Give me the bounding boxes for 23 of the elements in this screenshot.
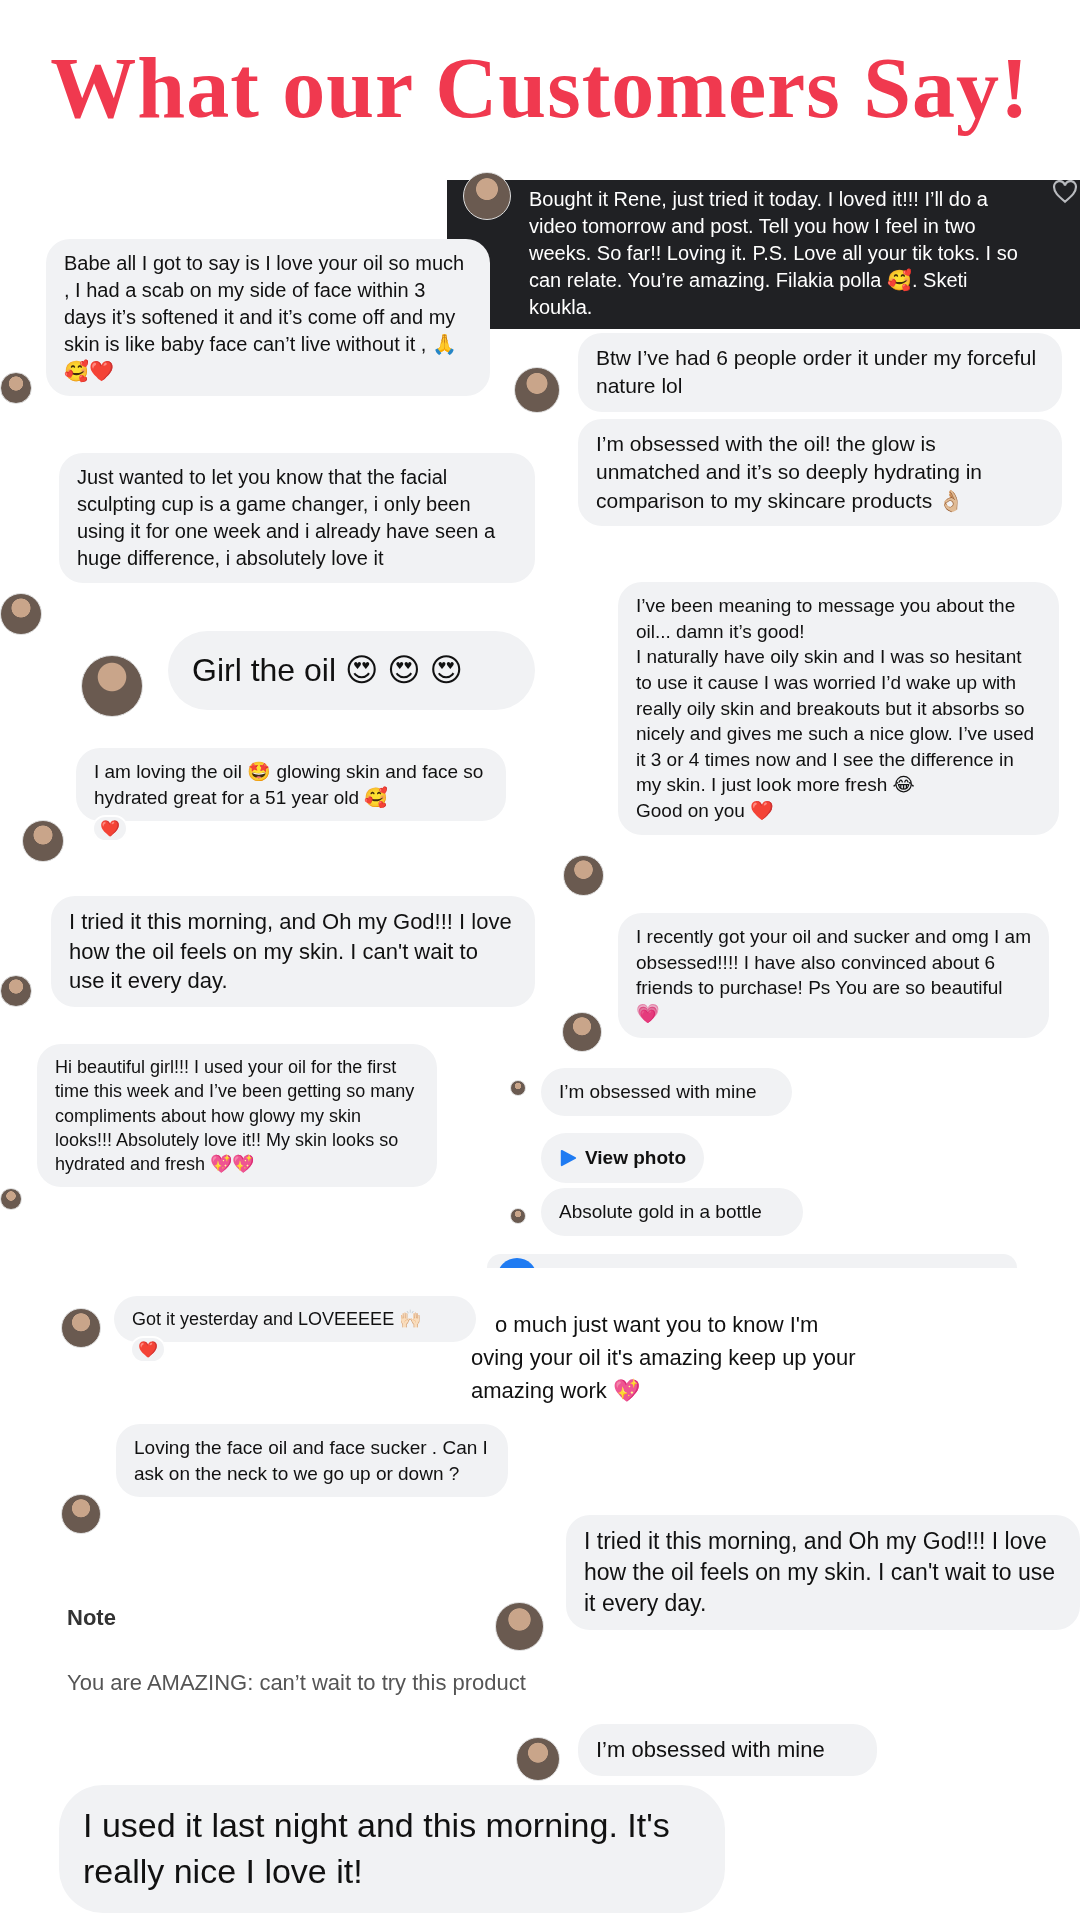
message-bubble: Loving the face oil and face sucker . Can I ask on the neck to we go up or down ? (116, 1424, 508, 1498)
play-icon (559, 1148, 577, 1167)
note-text: You are AMAZING: can’t wait to try this product (67, 1669, 527, 1697)
heart-outline-icon[interactable] (1052, 180, 1078, 204)
message-bubble: Just wanted to let you know that the facial sculpting cup is a game changer, i only been using it for one week and i already have seen a huge difference, i absolutely love it (59, 453, 535, 583)
message-bubble: I tried it this morning, and Oh my God!!! I love how the oil feels on my skin. I can't wait to use it every day. (566, 1515, 1080, 1631)
message-bubble: Babe all I got to say is I love your oil so much , I had a scab on my side of face within 3 days it’s softened it and it’s come off and my skin is like baby face can’t live without it , 🙏🥰❤ (46, 239, 490, 396)
message-bubble: I’ve been meaning to message you about the oil... damn it’s good! I naturally have oily skin and I was so hesitant to use it cause I was worried I’d wake up with really oily skin and breakouts but it absorbs so nicely and gives me such a nice glow. I’ve used it 3 or 4 times now and I see the difference in my skin. I just look more fresh 😂 Good on you ❤ (618, 582, 1059, 835)
message-bubble: I’m obsessed with the oil! the glow is unmatched and it’s so deeply hydrating in comparison to my skincare products 👌🏼 (578, 419, 1062, 527)
message-bubble: I tried it this morning, and Oh my God!!! I love how the oil feels on my skin. I can't wait to use it every day. (51, 896, 535, 1008)
message-bubble: Absolute gold in a bottle (541, 1188, 803, 1236)
message-bubble: I used it last night and this morning. It's really nice I love it! (59, 1785, 725, 1913)
message-bubble: I’m obsessed with mine (578, 1724, 877, 1776)
view-photo-button[interactable]: View photo (541, 1133, 704, 1183)
message-bubble: Girl the oil 😍 😍 😍 (168, 631, 535, 711)
heart-reaction: ❤ (130, 1336, 166, 1364)
message-bubble: Btw I’ve had 6 people order it under my forceful nature lol (578, 333, 1062, 412)
note-heading: Note (67, 1604, 117, 1632)
message-bubble: Hi beautiful girl!!! I used your oil for the first time this week and I’ve been getting so many compliments about how glowy my skin looks!!! Absolutely love it!! My skin looks so hydrated and fresh 💖💖 (37, 1044, 437, 1188)
heart-reaction: ❤ (92, 815, 128, 843)
page-title: What our Customers Say! (49, 39, 1031, 138)
message-bubble: I recently got your oil and sucker and omg I am obsessed!!!! I have also convinced about 6 friends to purchase! Ps You are so beautiful 💗 (618, 913, 1049, 1038)
message-bubble: I’m obsessed with mine (541, 1068, 792, 1116)
